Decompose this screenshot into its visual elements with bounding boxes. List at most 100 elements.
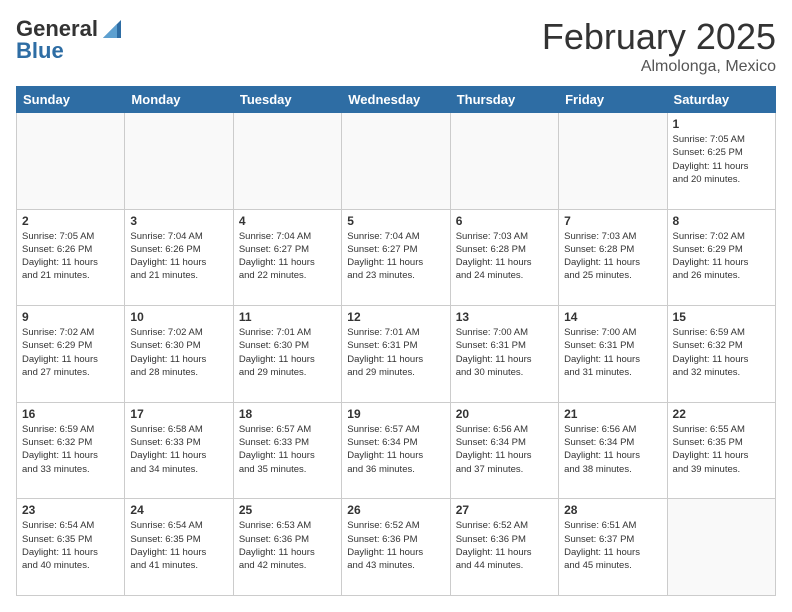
day-info: Sunrise: 7:03 AM Sunset: 6:28 PM Dayligh… <box>564 230 661 283</box>
header-thursday: Thursday <box>450 87 558 113</box>
table-row: 1Sunrise: 7:05 AM Sunset: 6:25 PM Daylig… <box>667 113 775 210</box>
header-sunday: Sunday <box>17 87 125 113</box>
day-info: Sunrise: 7:01 AM Sunset: 6:31 PM Dayligh… <box>347 326 444 379</box>
table-row <box>17 113 125 210</box>
day-number: 9 <box>22 310 119 324</box>
day-number: 4 <box>239 214 336 228</box>
day-number: 2 <box>22 214 119 228</box>
table-row: 22 Sunrise: 6:55 AM Sunset: 6:35 PM Dayli… <box>667 402 775 499</box>
day-number: 26 <box>347 503 444 517</box>
day-info: Sunrise: 7:02 AM Sunset: 6:29 PM Dayligh… <box>673 230 770 283</box>
day-info: Sunrise: 7:02 AM Sunset: 6:29 PM Dayligh… <box>22 326 119 379</box>
logo: General Blue <box>16 16 122 64</box>
day-number: 17 <box>130 407 227 421</box>
day-info: Sunrise: 7:04 AM Sunset: 6:27 PM Dayligh… <box>347 230 444 283</box>
day-number: 25 <box>239 503 336 517</box>
table-row: 15 Sunrise: 6:59 AM Sunset: 6:32 PM Dayli… <box>667 306 775 403</box>
table-row <box>450 113 558 210</box>
table-row: 18 Sunrise: 6:57 AM Sunset: 6:33 PM Dayli… <box>233 402 341 499</box>
table-row: 19 Sunrise: 6:57 AM Sunset: 6:34 PM Dayli… <box>342 402 450 499</box>
header-monday: Monday <box>125 87 233 113</box>
table-row: 8Sunrise: 7:02 AM Sunset: 6:29 PM Daylig… <box>667 209 775 306</box>
table-row: 13 Sunrise: 7:00 AM Sunset: 6:31 PM Dayli… <box>450 306 558 403</box>
day-number: 20 <box>456 407 553 421</box>
day-number: 10 <box>130 310 227 324</box>
table-row: 12 Sunrise: 7:01 AM Sunset: 6:31 PM Dayli… <box>342 306 450 403</box>
day-info: Sunrise: 7:05 AM Sunset: 6:25 PM Dayligh… <box>673 133 770 186</box>
day-number: 15 <box>673 310 770 324</box>
table-row: 28Sunrise: 6:51 AM Sunset: 6:37 PM Dayli… <box>559 499 667 596</box>
calendar-week-row: 1Sunrise: 7:05 AM Sunset: 6:25 PM Daylig… <box>17 113 776 210</box>
table-row <box>667 499 775 596</box>
day-info: Sunrise: 6:57 AM Sunset: 6:34 PM Dayligh… <box>347 423 444 476</box>
day-info: Sunrise: 6:59 AM Sunset: 6:32 PM Dayligh… <box>673 326 770 379</box>
table-row: 11 Sunrise: 7:01 AM Sunset: 6:30 PM Dayli… <box>233 306 341 403</box>
logo-icon <box>99 20 121 38</box>
table-row <box>342 113 450 210</box>
day-info: Sunrise: 6:53 AM Sunset: 6:36 PM Dayligh… <box>239 519 336 572</box>
table-row: 23 Sunrise: 6:54 AM Sunset: 6:35 PM Dayli… <box>17 499 125 596</box>
day-info: Sunrise: 7:03 AM Sunset: 6:28 PM Dayligh… <box>456 230 553 283</box>
page: General Blue February 2025 Almolonga, Me… <box>0 0 792 612</box>
table-row: 4 Sunrise: 7:04 AM Sunset: 6:27 PM Daylig… <box>233 209 341 306</box>
day-number: 21 <box>564 407 661 421</box>
table-row: 2 Sunrise: 7:05 AM Sunset: 6:26 PM Daylig… <box>17 209 125 306</box>
weekday-header-row: Sunday Monday Tuesday Wednesday Thursday… <box>17 87 776 113</box>
table-row: 17 Sunrise: 6:58 AM Sunset: 6:33 PM Dayli… <box>125 402 233 499</box>
calendar-week-row: 2 Sunrise: 7:05 AM Sunset: 6:26 PM Daylig… <box>17 209 776 306</box>
header-tuesday: Tuesday <box>233 87 341 113</box>
day-info: Sunrise: 7:04 AM Sunset: 6:26 PM Dayligh… <box>130 230 227 283</box>
day-number: 24 <box>130 503 227 517</box>
day-number: 28 <box>564 503 661 517</box>
header-friday: Friday <box>559 87 667 113</box>
day-number: 14 <box>564 310 661 324</box>
table-row: 9 Sunrise: 7:02 AM Sunset: 6:29 PM Daylig… <box>17 306 125 403</box>
day-info: Sunrise: 6:55 AM Sunset: 6:35 PM Dayligh… <box>673 423 770 476</box>
day-number: 7 <box>564 214 661 228</box>
day-info: Sunrise: 6:59 AM Sunset: 6:32 PM Dayligh… <box>22 423 119 476</box>
table-row: 5 Sunrise: 7:04 AM Sunset: 6:27 PM Daylig… <box>342 209 450 306</box>
calendar-week-row: 23 Sunrise: 6:54 AM Sunset: 6:35 PM Dayli… <box>17 499 776 596</box>
day-number: 5 <box>347 214 444 228</box>
day-info: Sunrise: 6:56 AM Sunset: 6:34 PM Dayligh… <box>564 423 661 476</box>
table-row <box>233 113 341 210</box>
day-info: Sunrise: 7:00 AM Sunset: 6:31 PM Dayligh… <box>456 326 553 379</box>
day-number: 13 <box>456 310 553 324</box>
day-info: Sunrise: 7:00 AM Sunset: 6:31 PM Dayligh… <box>564 326 661 379</box>
month-title: February 2025 <box>542 16 776 58</box>
day-info: Sunrise: 6:57 AM Sunset: 6:33 PM Dayligh… <box>239 423 336 476</box>
table-row: 3 Sunrise: 7:04 AM Sunset: 6:26 PM Daylig… <box>125 209 233 306</box>
title-block: February 2025 Almolonga, Mexico <box>542 16 776 76</box>
day-info: Sunrise: 7:01 AM Sunset: 6:30 PM Dayligh… <box>239 326 336 379</box>
table-row: 10Sunrise: 7:02 AM Sunset: 6:30 PM Dayli… <box>125 306 233 403</box>
location: Almolonga, Mexico <box>542 58 776 76</box>
calendar-table: Sunday Monday Tuesday Wednesday Thursday… <box>16 86 776 596</box>
calendar-week-row: 16 Sunrise: 6:59 AM Sunset: 6:32 PM Dayli… <box>17 402 776 499</box>
day-number: 23 <box>22 503 119 517</box>
table-row: 14 Sunrise: 7:00 AM Sunset: 6:31 PM Dayli… <box>559 306 667 403</box>
table-row: 25 Sunrise: 6:53 AM Sunset: 6:36 PM Dayli… <box>233 499 341 596</box>
day-number: 16 <box>22 407 119 421</box>
table-row <box>559 113 667 210</box>
day-number: 22 <box>673 407 770 421</box>
day-number: 27 <box>456 503 553 517</box>
logo-text: General Blue <box>16 16 122 64</box>
day-number: 12 <box>347 310 444 324</box>
table-row: 6 Sunrise: 7:03 AM Sunset: 6:28 PM Daylig… <box>450 209 558 306</box>
table-row: 24Sunrise: 6:54 AM Sunset: 6:35 PM Dayli… <box>125 499 233 596</box>
table-row: 26 Sunrise: 6:52 AM Sunset: 6:36 PM Dayli… <box>342 499 450 596</box>
day-number: 11 <box>239 310 336 324</box>
day-info: Sunrise: 7:05 AM Sunset: 6:26 PM Dayligh… <box>22 230 119 283</box>
day-number: 19 <box>347 407 444 421</box>
day-number: 3 <box>130 214 227 228</box>
header: General Blue February 2025 Almolonga, Me… <box>16 16 776 76</box>
day-info: Sunrise: 6:52 AM Sunset: 6:36 PM Dayligh… <box>347 519 444 572</box>
table-row: 20Sunrise: 6:56 AM Sunset: 6:34 PM Dayli… <box>450 402 558 499</box>
day-info: Sunrise: 6:58 AM Sunset: 6:33 PM Dayligh… <box>130 423 227 476</box>
table-row: 7 Sunrise: 7:03 AM Sunset: 6:28 PM Daylig… <box>559 209 667 306</box>
day-info: Sunrise: 6:54 AM Sunset: 6:35 PM Dayligh… <box>22 519 119 572</box>
day-number: 18 <box>239 407 336 421</box>
day-number: 6 <box>456 214 553 228</box>
day-info: Sunrise: 7:04 AM Sunset: 6:27 PM Dayligh… <box>239 230 336 283</box>
header-saturday: Saturday <box>667 87 775 113</box>
